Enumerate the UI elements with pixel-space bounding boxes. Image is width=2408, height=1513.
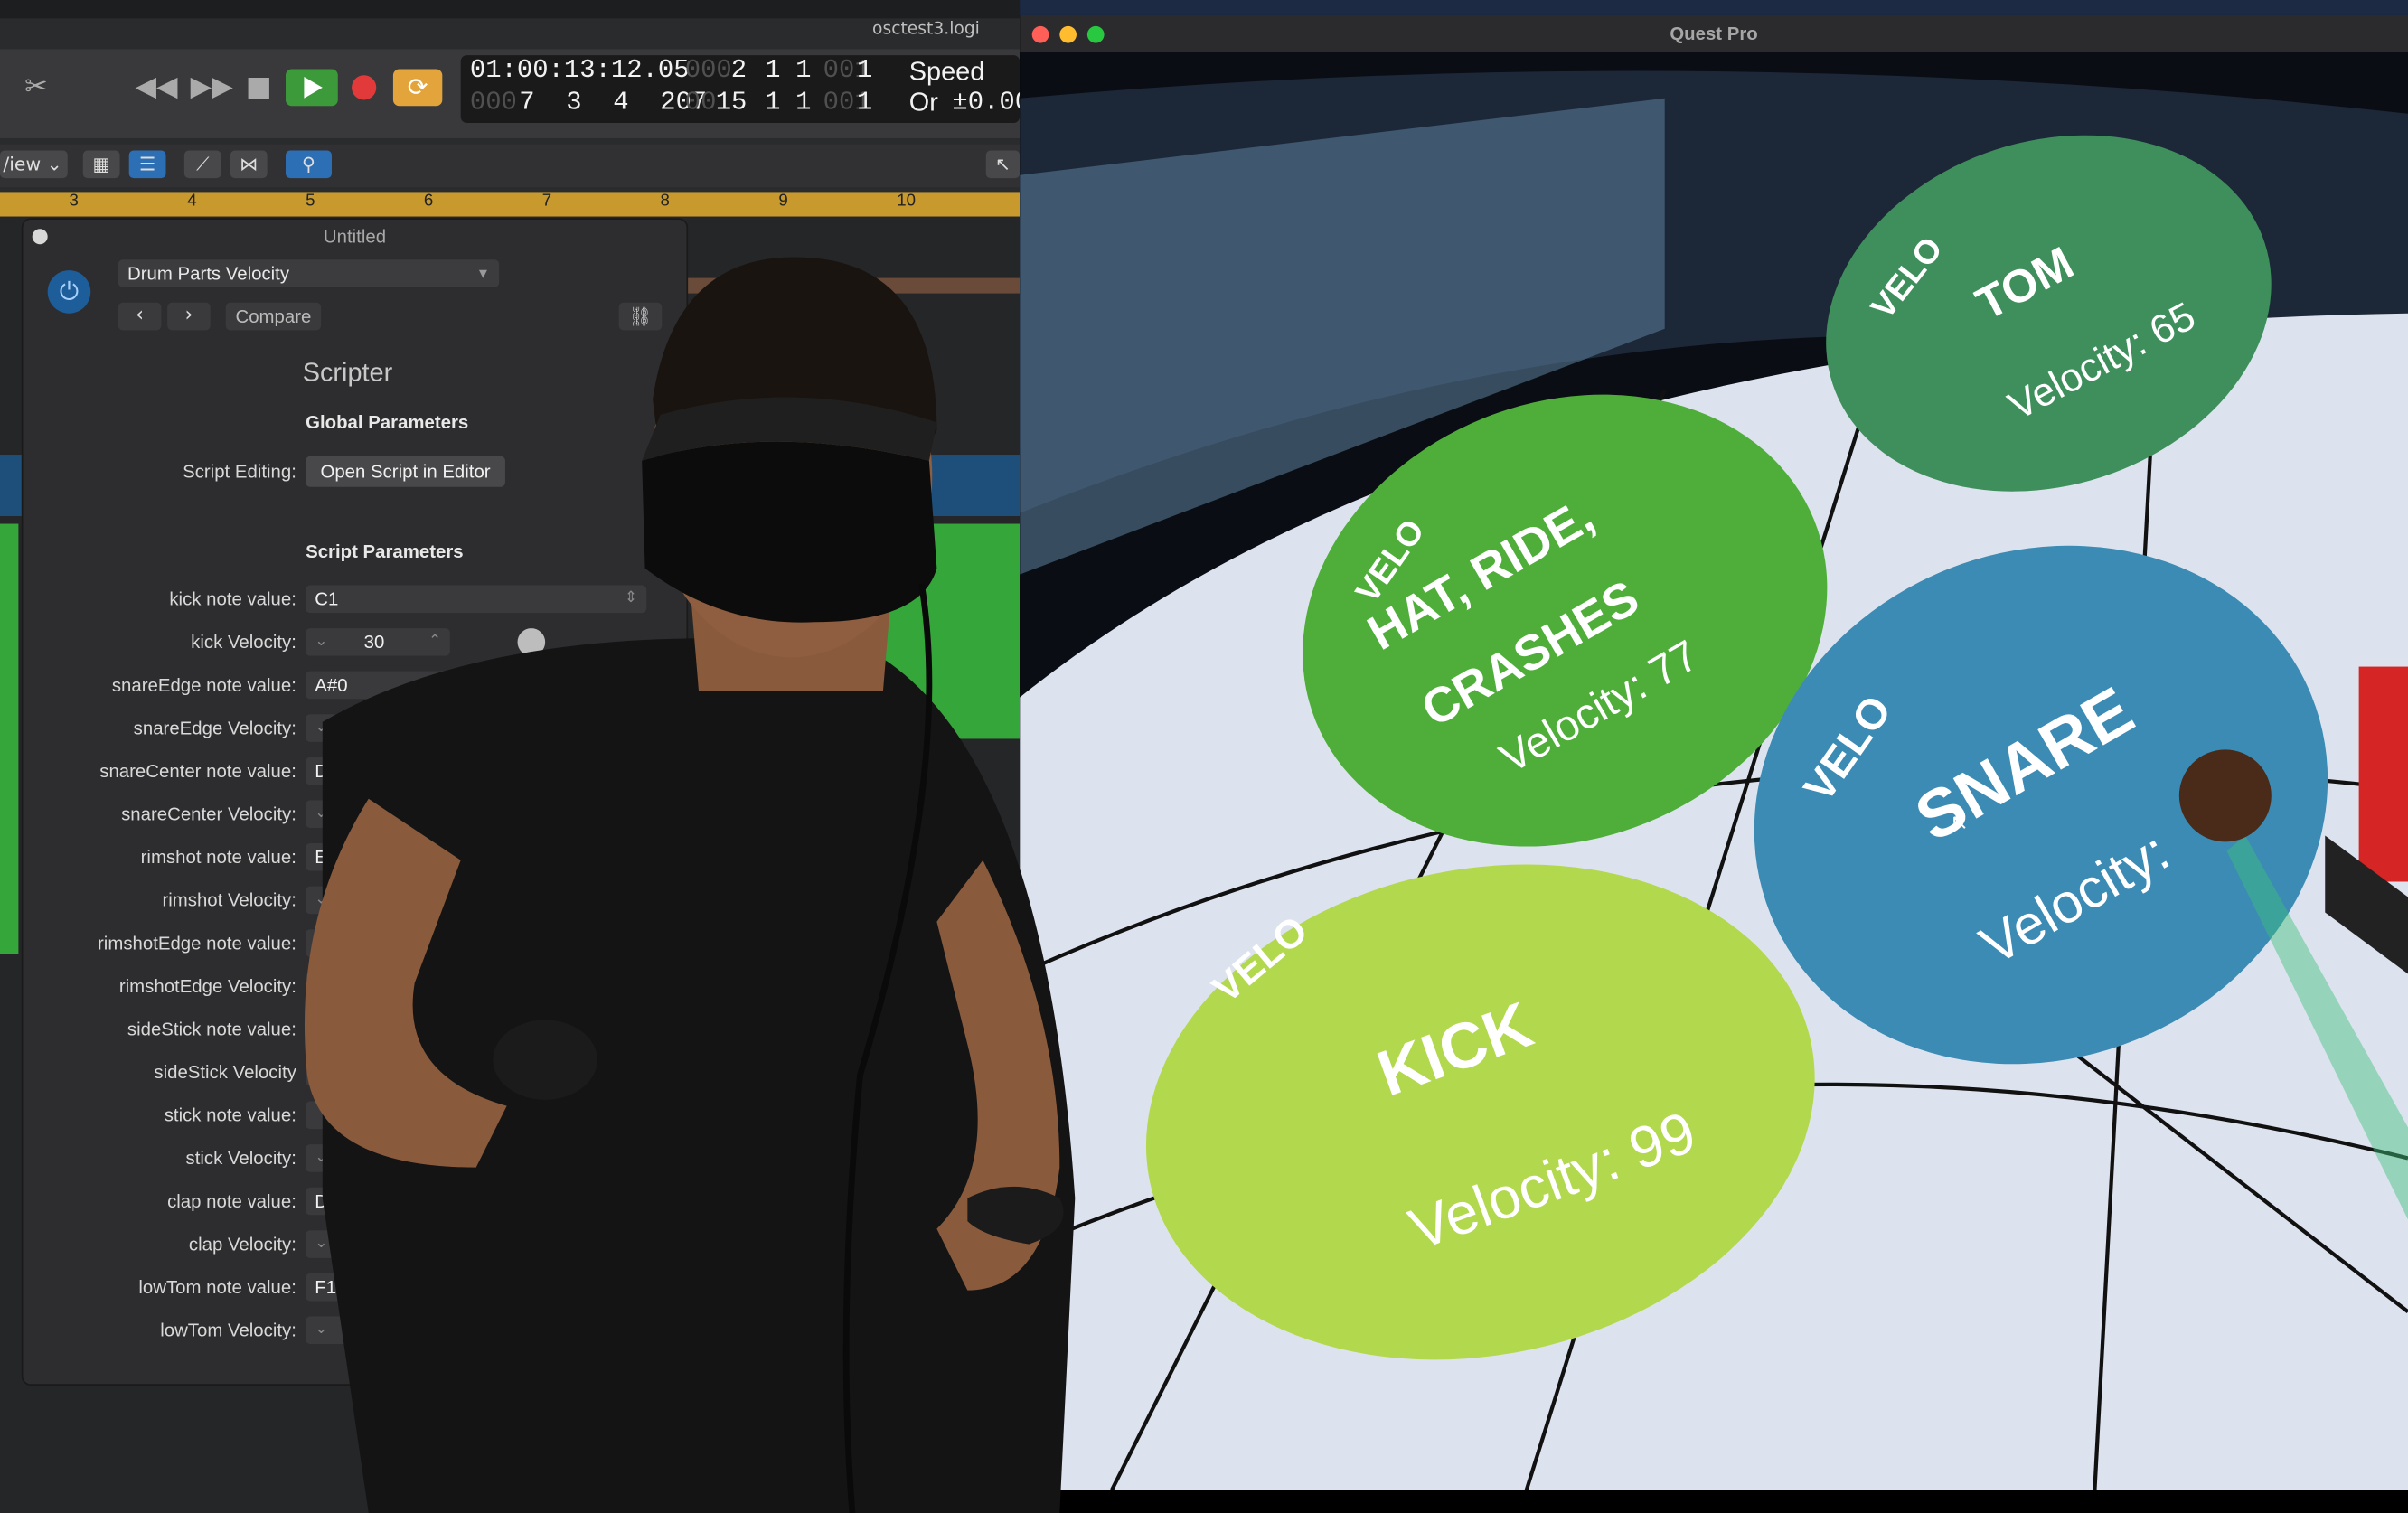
script-parameters-heading: Script Parameters (306, 540, 464, 563)
window-title: Quest Pro (1670, 23, 1758, 45)
grid-view-icon[interactable]: ▦ (82, 150, 120, 179)
screen-scene: osctest3.logi ✂ ◀◀ ▶▶ ■ ⟳ 01:00:13:12.05… (0, 0, 2408, 1513)
rewind-icon[interactable]: ◀◀ (136, 70, 178, 103)
param-label: rimshot note value: (140, 846, 296, 869)
param-label: snareEdge Velocity: (133, 717, 296, 739)
kick-velocity-stepper[interactable]: ⌄ 30 ⌃ (306, 628, 450, 656)
param-label: sideStick Velocity (154, 1061, 296, 1084)
scissors-icon[interactable]: ✂ (24, 70, 48, 103)
record-button[interactable] (352, 75, 377, 100)
param-label: snareCenter Velocity: (121, 803, 296, 825)
compare-button[interactable]: Compare (225, 302, 322, 331)
vr-view[interactable]: VELO TOM Velocity: 65 VELO HAT, RIDE, CR… (1020, 52, 2408, 1490)
project-file-name: osctest3.logi (872, 18, 980, 39)
plugin-title: Untitled (323, 225, 387, 248)
snap-icon[interactable]: ⚲ (286, 150, 332, 179)
snare-center-note-select[interactable]: D1 (306, 756, 647, 785)
snare-edge-note-select[interactable]: A#0 (306, 671, 647, 700)
param-label: rimshotEdge Velocity: (118, 975, 296, 997)
chevron-updown-icon: ⇕ (624, 589, 638, 607)
timeline-ruler[interactable]: 3 4 5 6 7 8 9 10 (0, 192, 1021, 217)
track-region[interactable] (853, 523, 1021, 739)
window-bottom-bar (1020, 1490, 2408, 1513)
track-region[interactable] (0, 523, 19, 954)
kick-note-select[interactable]: C1 ⇕ (306, 585, 647, 614)
transport-display: 01:00:13:12.05 000 2 1 1 001 1 000 7 3 4… (460, 55, 1021, 123)
param-label: sideStick note value: (127, 1018, 296, 1040)
param-label: clap note value: (167, 1190, 296, 1212)
track-region[interactable] (684, 277, 1021, 294)
clap-note-select[interactable]: D#1 (306, 1187, 647, 1216)
chevron-down-icon: ⌄ (315, 633, 328, 650)
next-preset-button[interactable]: › (167, 302, 211, 331)
global-parameters-heading: Global Parameters (306, 411, 469, 434)
param-label: rimshotEdge note value: (98, 932, 296, 954)
param-label: lowTom note value: (138, 1276, 296, 1299)
power-icon[interactable]: ⏻ (47, 270, 91, 314)
chevron-down-icon: ▼ (475, 266, 490, 282)
param-label: rimshot Velocity: (162, 889, 296, 911)
menu-bar (1020, 0, 2408, 15)
param-label: clap Velocity: (188, 1233, 296, 1255)
param-label: kick note value: (169, 587, 296, 610)
controller-ball-icon (2178, 749, 2272, 842)
rimshot-edge-velocity-stepper[interactable]: ⌄ (306, 972, 450, 1001)
previous-preset-button[interactable]: ‹ (118, 302, 162, 331)
rimshot-note-select[interactable]: E1 (306, 843, 647, 871)
chevron-up-icon: ⌃ (428, 633, 442, 650)
view-menu[interactable]: /iew ⌄ (0, 150, 68, 179)
cycle-button[interactable]: ⟳ (392, 69, 443, 107)
play-button[interactable] (286, 69, 338, 107)
pointer-tool-icon[interactable]: ↖ (985, 150, 1021, 179)
param-label: stick Velocity: (185, 1147, 296, 1170)
low-tom-note-select[interactable]: F1 (306, 1273, 647, 1302)
link-icon[interactable]: ⛓ (618, 302, 663, 331)
snare-center-velocity-stepper[interactable]: ⌄ 30 (306, 800, 450, 829)
param-label: snareCenter note value: (99, 760, 296, 783)
stick-note-select[interactable] (306, 1101, 647, 1130)
velocity-slider-knob[interactable] (517, 628, 546, 656)
side-stick-velocity-stepper[interactable] (306, 1057, 450, 1086)
open-script-button[interactable]: Open Script in Editor (306, 456, 505, 487)
rimshot-velocity-stepper[interactable]: ⌄ (306, 886, 450, 915)
scripter-heading: Scripter (302, 357, 393, 388)
param-label: stick note value: (164, 1104, 296, 1126)
cursor-icon: ↖ (1951, 810, 1969, 835)
stick-velocity-stepper[interactable]: ⌄ (306, 1144, 450, 1172)
quest-pro-window: Quest Pro VELO TOM Velocity: 65 VELO HAT… (1020, 14, 2408, 1513)
window-titlebar: Quest Pro (1020, 14, 2408, 52)
scripter-plugin-window: Untitled ⏻ Drum Parts Velocity ▼ ‹ › Comp… (21, 218, 689, 1386)
list-view-icon[interactable]: ☰ (128, 150, 166, 179)
param-label: lowTom Velocity: (160, 1319, 296, 1341)
fast-forward-icon[interactable]: ▶▶ (191, 70, 233, 103)
param-label: snareEdge note value: (111, 674, 296, 696)
time-code: 01:00:13:12.05 (469, 56, 690, 87)
bar-position: 7 3 4 207 (519, 89, 708, 118)
clap-velocity-stepper[interactable]: ⌄ 30 ⌃ (306, 1230, 450, 1258)
preset-select[interactable]: Drum Parts Velocity ▼ (118, 259, 500, 287)
daw-title-strip (0, 0, 1021, 19)
flex-icon[interactable]: ⋈ (230, 150, 268, 179)
daw-window: osctest3.logi ✂ ◀◀ ▶▶ ■ ⟳ 01:00:13:12.05… (0, 0, 1021, 1513)
automation-icon[interactable]: ⟋ (183, 150, 221, 179)
low-tom-velocity-stepper[interactable]: ⌄ 30 (306, 1316, 450, 1345)
param-label: kick Velocity: (191, 631, 296, 653)
snare-edge-velocity-stepper[interactable]: ⌄ 30 ⌃ (306, 714, 450, 742)
side-stick-note-select[interactable] (306, 1015, 647, 1043)
speed-value: ±0.00 (952, 89, 1020, 118)
vr-red-block (2358, 666, 2408, 882)
rimshot-edge-note-select[interactable] (306, 929, 647, 957)
script-editing-label: Script Editing: (183, 460, 296, 483)
stop-icon[interactable]: ■ (246, 70, 272, 103)
